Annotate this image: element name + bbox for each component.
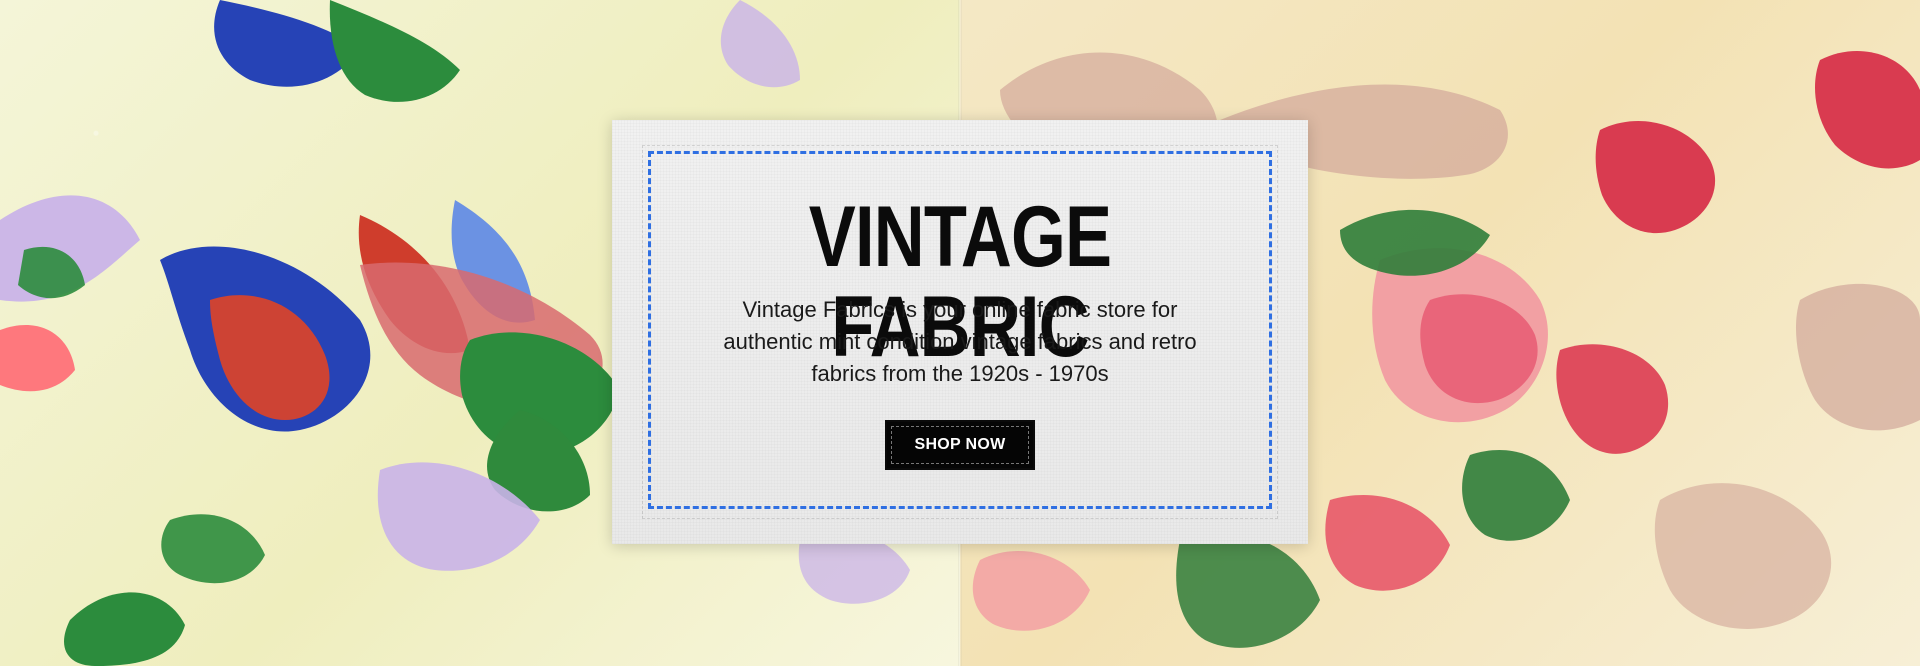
shop-now-button[interactable]: SHOP NOW bbox=[885, 420, 1035, 470]
shop-now-label: SHOP NOW bbox=[914, 436, 1006, 453]
hero-banner: VINTAGE FABRIC Vintage Fabrics is your o… bbox=[0, 0, 1920, 666]
promo-card: VINTAGE FABRIC Vintage Fabrics is your o… bbox=[612, 120, 1308, 544]
hero-description: Vintage Fabrics is your online fabric st… bbox=[723, 297, 1197, 386]
